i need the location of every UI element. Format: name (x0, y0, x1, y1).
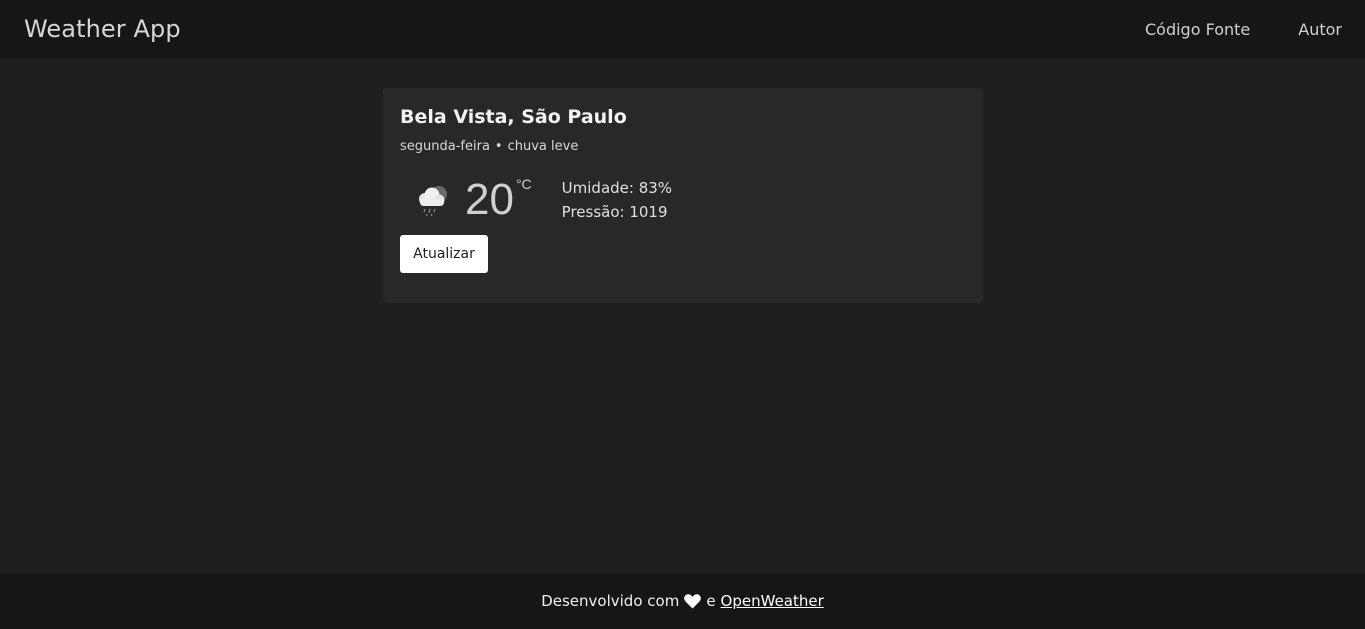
refresh-button[interactable]: Atualizar (400, 235, 488, 273)
heart-icon (684, 593, 702, 609)
separator: • (494, 139, 503, 154)
navbar: Weather App Código Fonte Autor (0, 0, 1365, 58)
cloud-rain-icon (419, 186, 447, 217)
condition-label: chuva leve (507, 139, 579, 154)
nav-link-source-code[interactable]: Código Fonte (1145, 20, 1250, 39)
footer: Desenvolvido com e OpenWeather (0, 573, 1365, 629)
weekday-label: segunda-feira (400, 139, 490, 154)
app-brand[interactable]: Weather App (24, 15, 181, 43)
nav-link-author[interactable]: Autor (1298, 20, 1342, 39)
openweather-link[interactable]: OpenWeather (721, 592, 824, 610)
temperature: 20 °C (465, 176, 532, 224)
footer-and-text: e (706, 592, 716, 610)
pressure-label: Pressão: 1019 (561, 203, 668, 221)
location-title: Bela Vista, São Paulo (400, 106, 627, 128)
temperature-value: 20 (465, 175, 514, 224)
temperature-unit: °C (515, 176, 532, 192)
footer-text: Desenvolvido com (541, 592, 680, 610)
weather-subtitle: segunda-feira • chuva leve (400, 139, 966, 154)
weather-card: Bela Vista, São Paulo segunda-feira • ch… (383, 88, 983, 303)
nav-links: Código Fonte Autor (1145, 20, 1342, 39)
weather-summary: 20 °C Umidade: 83% Pressão: 1019 (400, 175, 966, 225)
weather-details: Umidade: 83% Pressão: 1019 (562, 176, 672, 224)
humidity-label: Umidade: 83% (561, 179, 673, 197)
